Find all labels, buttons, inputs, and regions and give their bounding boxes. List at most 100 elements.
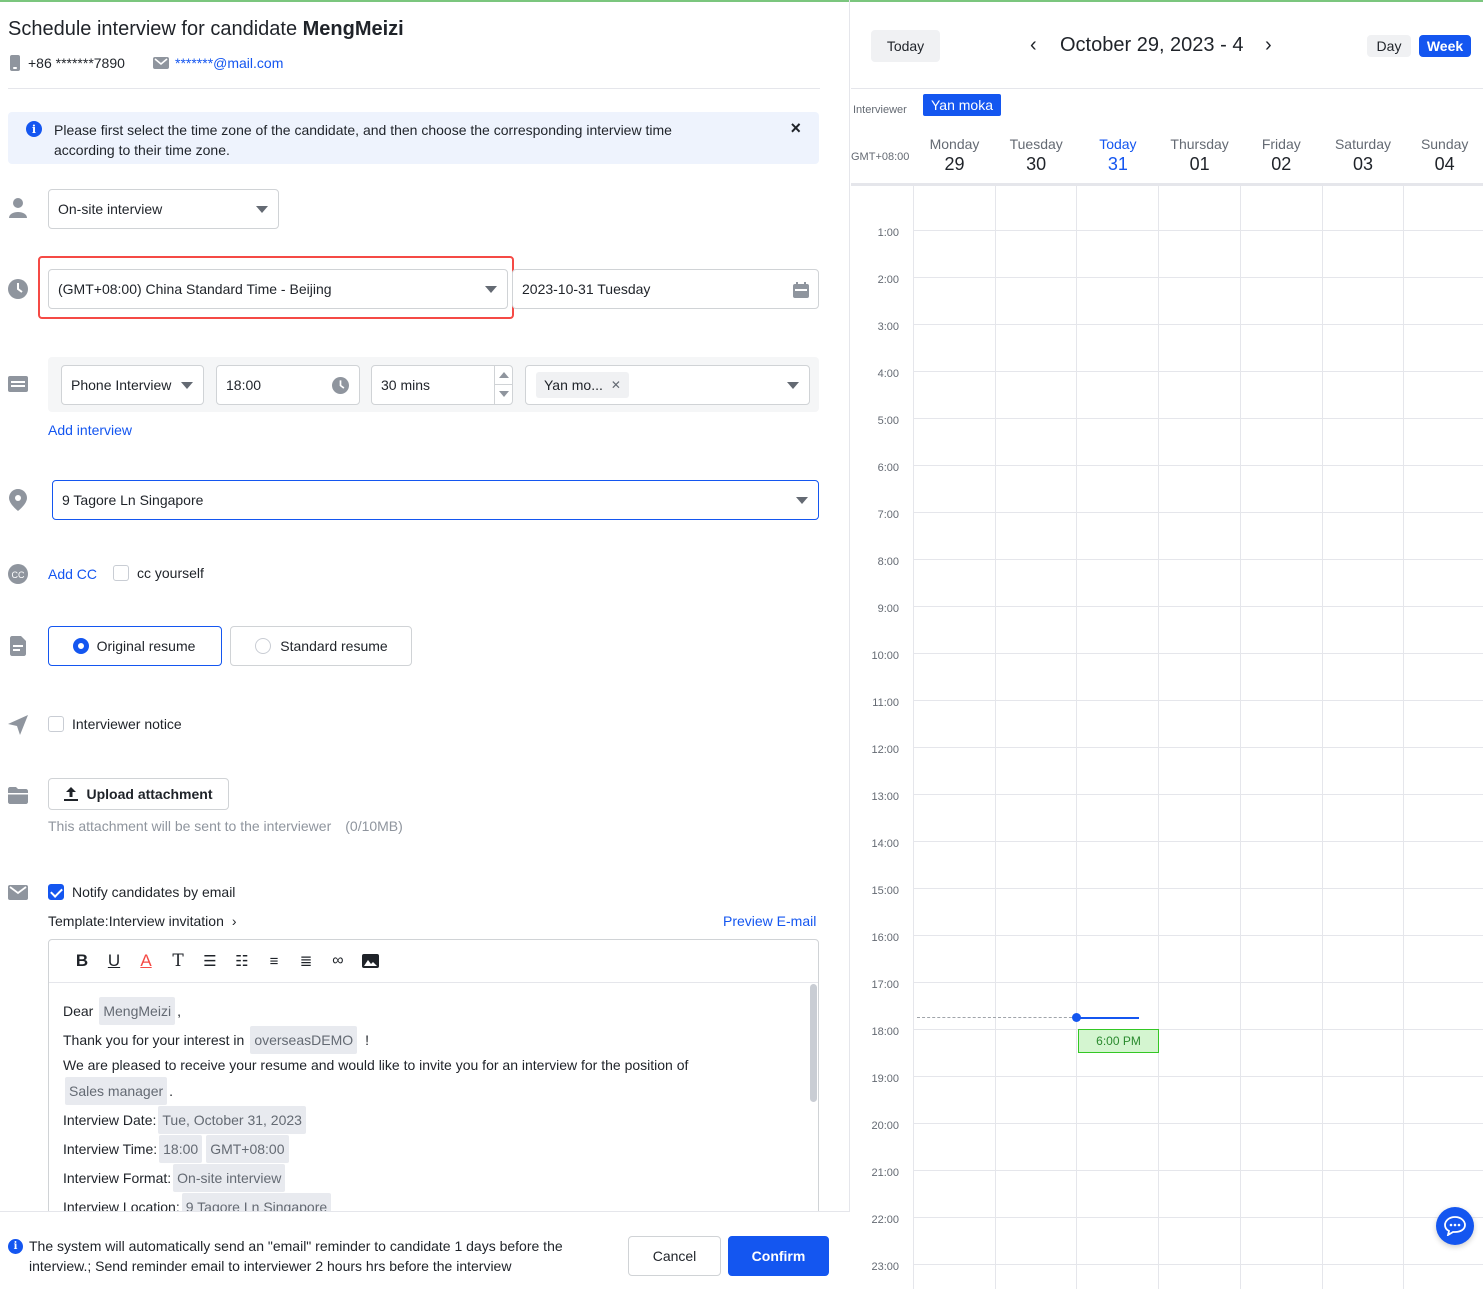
day-header-4: Friday 02 [1241,136,1322,175]
standard-resume-option[interactable]: Standard resume [230,626,412,666]
today-button[interactable]: Today [871,30,940,62]
bullet-list-icon[interactable]: ☷ [231,950,253,972]
template-selector[interactable]: Template:Interview invitation › [48,913,237,929]
hour-gridline [913,935,1483,936]
chevron-down-icon [256,206,268,213]
page-title: Schedule interview for candidate MengMei… [8,18,404,40]
editor-scrollbar[interactable] [810,984,817,1102]
hour-gridline [913,1264,1483,1265]
location-select[interactable]: 9 Tagore Ln Singapore [52,480,819,520]
interviewer-tag: Yan mo... ✕ [536,372,629,398]
editor-toolbar: B U A T ☰ ☷ ≡ ≣ ∞ [49,940,818,983]
interview-event-block[interactable]: 6:00 PM [1078,1029,1159,1053]
location-pin-icon [8,489,28,511]
chat-support-button[interactable] [1436,1207,1474,1245]
round-type-select[interactable]: Phone Interview [61,365,204,405]
document-icon [8,636,28,656]
hour-gridline [913,747,1483,748]
hour-label: 21:00 [871,1167,899,1179]
upload-hint: This attachment will be sent to the inte… [48,818,403,834]
day-date: 31 [1107,154,1128,174]
email-editor[interactable]: B U A T ☰ ☷ ≡ ≣ ∞ Dear MengMeizi, Thank y… [48,939,819,1229]
cc-yourself-checkbox[interactable] [113,565,129,581]
hour-gridline [913,512,1483,513]
day-name: Monday [929,136,980,152]
hour-gridline [913,277,1483,278]
timezone-select[interactable]: (GMT+08:00) China Standard Time - Beijin… [48,269,508,309]
interviewer-notice-checkbox[interactable] [48,716,64,732]
hour-gridline [913,418,1483,419]
cancel-button[interactable]: Cancel [628,1236,721,1276]
day-name: Today [1099,136,1137,152]
hour-label: 11:00 [872,697,899,709]
current-time-past-line [917,1017,1077,1018]
timezone-notice: i Please first select the time zone of t… [8,112,819,164]
align-right-icon[interactable]: ≣ [295,950,317,972]
chevron-right-icon: › [231,913,237,929]
original-resume-option[interactable]: Original resume [48,626,222,666]
bold-icon[interactable]: B [71,950,93,972]
timezone-label: GMT+08:00 [851,151,910,163]
hour-label: 10:00 [871,650,899,662]
info-icon: i [26,121,42,137]
hour-gridline [913,324,1483,325]
day-header-2: Today 31 [1077,136,1158,175]
increment-icon[interactable] [499,372,509,378]
day-name: Tuesday [1009,136,1063,152]
notify-candidates-checkbox[interactable] [48,884,64,900]
prev-week-icon[interactable]: ‹ [1030,34,1037,57]
hour-gridline [913,1076,1483,1077]
hour-gridline [913,465,1483,466]
interview-type-select[interactable]: On-site interview [48,189,279,229]
interviewer-chip[interactable]: Yan moka [923,94,1001,116]
interviewer-label: Interviewer [853,104,907,116]
add-interview-link[interactable]: Add interview [48,422,132,438]
original-resume-radio[interactable] [73,638,89,654]
align-center-icon[interactable]: ≡ [263,950,285,972]
hour-label: 2:00 [877,274,899,286]
hour-label: 12:00 [871,744,899,756]
send-icon [8,715,28,735]
current-time-line [1079,1017,1139,1019]
hour-gridline [913,794,1483,795]
week-view-button[interactable]: Week [1419,35,1471,57]
underline-icon[interactable]: U [103,950,125,972]
calendar-panel: Today ‹ October 29, 2023 - 4 › Day Week … [851,0,1483,1289]
day-date: 30 [1026,154,1047,174]
link-icon[interactable]: ∞ [327,950,349,972]
hour-gridline [913,371,1483,372]
hour-label: 17:00 [871,979,899,991]
interviewer-select[interactable]: Yan mo... ✕ [525,365,810,405]
hour-gridline [913,700,1483,701]
preview-email-link[interactable]: Preview E-mail [723,913,816,929]
close-icon[interactable]: × [790,118,801,139]
day-date: 01 [1189,154,1210,174]
date-picker[interactable]: 2023-10-31 Tuesday [512,269,819,309]
next-week-icon[interactable]: › [1265,34,1272,57]
hour-label: 5:00 [877,415,899,427]
candidate-email[interactable]: *******@mail.com [153,55,283,71]
chevron-down-icon [181,382,193,389]
text-size-icon[interactable]: T [167,950,189,972]
hour-label: 14:00 [871,838,899,850]
day-header-5: Saturday 03 [1323,136,1404,175]
day-view-button[interactable]: Day [1367,35,1411,57]
duration-stepper[interactable]: 30 mins [371,365,513,405]
form-footer: i The system will automatically send an … [0,1211,850,1289]
hour-label: 6:00 [877,462,899,474]
decrement-icon[interactable] [499,391,509,397]
day-date: 29 [944,154,965,174]
image-icon[interactable] [359,950,381,972]
phone-icon [10,55,20,71]
font-color-icon[interactable]: A [135,950,157,972]
remove-tag-icon[interactable]: ✕ [611,378,621,392]
hour-gridline [913,841,1483,842]
standard-resume-radio[interactable] [255,638,271,654]
time-picker[interactable]: 18:00 [216,365,360,405]
person-icon [8,198,28,218]
confirm-button[interactable]: Confirm [728,1236,829,1276]
add-cc-link[interactable]: Add CC [48,566,97,582]
upload-attachment-button[interactable]: Upload attachment [48,778,229,810]
ordered-list-icon[interactable]: ☰ [199,950,221,972]
day-name: Sunday [1420,136,1469,152]
